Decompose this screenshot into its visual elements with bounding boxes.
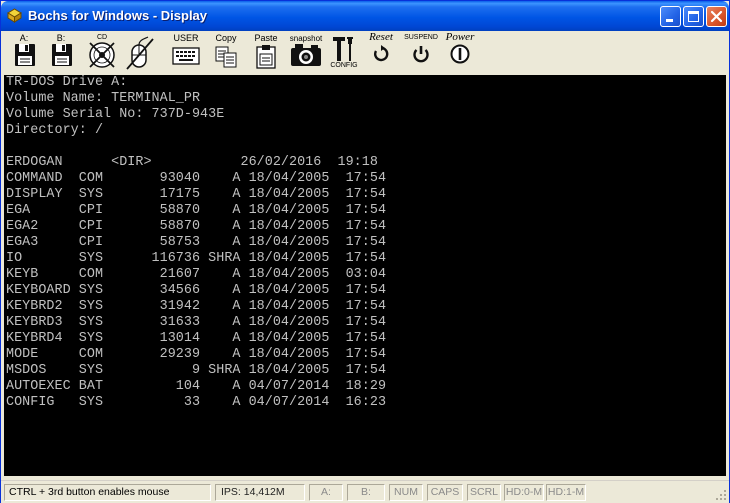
mouse-disabled-icon bbox=[126, 36, 154, 70]
camera-icon bbox=[291, 44, 321, 66]
console-line: Volume Serial No: 737D-943E bbox=[6, 107, 225, 122]
window-title: Bochs for Windows - Display bbox=[28, 8, 208, 23]
console-line: KEYB COM 21607 A 18/04/2005 03:04 bbox=[6, 267, 387, 282]
console-line: DISPLAY SYS 17175 A 18/04/2005 17:54 bbox=[6, 187, 387, 202]
keyboard-icon bbox=[172, 47, 200, 65]
console-line: COMMAND COM 93040 A 18/04/2005 17:54 bbox=[6, 171, 387, 186]
snapshot-button[interactable]: snapshot bbox=[286, 32, 326, 75]
console-line: EGA2 CPI 58870 A 18/04/2005 17:54 bbox=[6, 219, 387, 234]
hd0-status: HD:0-M bbox=[504, 484, 544, 501]
floppy-b-button[interactable]: B: bbox=[44, 32, 78, 75]
power-icon bbox=[450, 44, 470, 64]
console-line: KEYBOARD SYS 34566 A 18/04/2005 17:54 bbox=[6, 283, 387, 298]
console-line: EGA CPI 58870 A 18/04/2005 17:54 bbox=[6, 203, 387, 218]
user-label: USER bbox=[173, 33, 199, 43]
console-line: Volume Name: TERMINAL_PR bbox=[6, 91, 201, 106]
snapshot-label: snapshot bbox=[289, 34, 323, 43]
close-button[interactable] bbox=[706, 6, 727, 27]
cdrom-disabled-icon bbox=[89, 42, 115, 68]
clipboard-icon bbox=[256, 45, 276, 69]
config-button[interactable]: CONFIG bbox=[327, 32, 361, 75]
bochs-app-icon bbox=[7, 8, 22, 23]
paste-label: Paste bbox=[254, 33, 278, 43]
console-line: AUTOEXEC BAT 104 A 04/07/2014 18:29 bbox=[6, 379, 387, 394]
caps-lock-status: CAPS bbox=[427, 484, 463, 501]
mouse-button[interactable] bbox=[122, 32, 158, 75]
config-tools-icon bbox=[333, 37, 353, 61]
console-line: KEYBRD4 SYS 13014 A 18/04/2005 17:54 bbox=[6, 331, 387, 346]
resize-grip-icon[interactable] bbox=[715, 489, 727, 501]
reset-button[interactable]: Reset bbox=[364, 31, 398, 75]
ips-status: IPS: 14,412M bbox=[215, 484, 305, 501]
status-bar: CTRL + 3rd button enables mouse IPS: 14,… bbox=[1, 480, 729, 503]
copy-label: Copy bbox=[215, 33, 237, 43]
paste-button[interactable]: Paste bbox=[249, 32, 283, 75]
floppy-a-button[interactable]: A: bbox=[7, 32, 41, 75]
console-line: KEYBRD3 SYS 31633 A 18/04/2005 17:54 bbox=[6, 315, 387, 330]
floppy-disk-icon bbox=[15, 44, 35, 66]
cdrom-button[interactable]: CD bbox=[84, 32, 120, 75]
minimize-button[interactable] bbox=[660, 6, 681, 27]
power-label: Power bbox=[445, 31, 475, 43]
copy-icon bbox=[215, 46, 237, 68]
console-line: CONFIG SYS 33 A 04/07/2014 16:23 bbox=[6, 395, 387, 410]
maximize-button[interactable] bbox=[683, 6, 704, 27]
floppy-a-label: A: bbox=[19, 33, 29, 43]
floppy-disk-icon bbox=[52, 44, 72, 66]
drive-b-status: B: bbox=[347, 484, 385, 501]
user-button[interactable]: USER bbox=[167, 32, 205, 75]
hd1-status: HD:1-M bbox=[546, 484, 586, 501]
reset-icon bbox=[374, 45, 389, 62]
console-line: MSDOS SYS 9 SHRA 18/04/2005 17:54 bbox=[6, 363, 387, 378]
console-line: TR-DOS Drive A: bbox=[6, 75, 128, 90]
mouse-hint-status: CTRL + 3rd button enables mouse bbox=[4, 484, 211, 501]
console-line: KEYBRD2 SYS 31942 A 18/04/2005 17:54 bbox=[6, 299, 387, 314]
console-line: MODE COM 29239 A 18/04/2005 17:54 bbox=[6, 347, 387, 362]
console-line: EGA3 CPI 58753 A 18/04/2005 17:54 bbox=[6, 235, 387, 250]
console-line: IO SYS 116736 SHRA 18/04/2005 17:54 bbox=[6, 251, 387, 266]
suspend-icon bbox=[413, 46, 429, 63]
drive-a-status: A: bbox=[309, 484, 343, 501]
config-label: CONFIG bbox=[330, 62, 358, 69]
copy-button[interactable]: Copy bbox=[209, 32, 243, 75]
reset-label: Reset bbox=[369, 31, 393, 43]
num-lock-status: NUM bbox=[389, 484, 423, 501]
emulator-display[interactable]: TR-DOS Drive A: Volume Name: TERMINAL_PR… bbox=[4, 75, 726, 476]
suspend-button[interactable]: SUSPEND bbox=[402, 32, 440, 75]
title-bar[interactable]: Bochs for Windows - Display bbox=[1, 1, 729, 31]
close-icon bbox=[710, 10, 723, 23]
bochs-window: Bochs for Windows - Display A: B: CD USE… bbox=[0, 0, 730, 503]
suspend-label: SUSPEND bbox=[404, 34, 438, 41]
maximize-icon bbox=[688, 11, 699, 22]
floppy-b-label: B: bbox=[56, 33, 66, 43]
console-line: ERDOGAN <DIR> 26/02/2016 19:18 bbox=[6, 155, 378, 170]
scroll-lock-status: SCRL bbox=[467, 484, 501, 501]
console-line: Directory: / bbox=[6, 123, 104, 138]
power-button[interactable]: Power bbox=[442, 31, 478, 75]
minimize-icon bbox=[666, 19, 673, 22]
toolbar: A: B: CD USER Copy Paste snapshot CONFIG… bbox=[4, 31, 726, 75]
